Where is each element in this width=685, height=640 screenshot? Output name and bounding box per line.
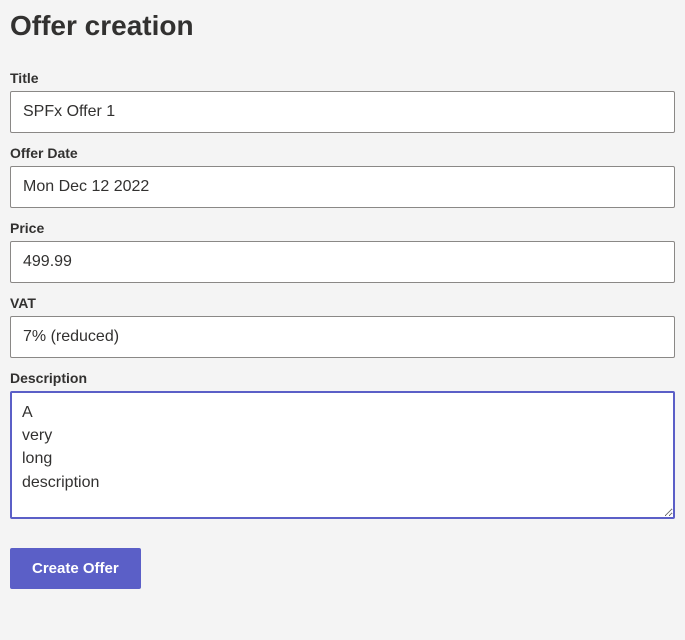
- field-description: Description: [10, 370, 675, 524]
- create-offer-button[interactable]: Create Offer: [10, 548, 141, 589]
- description-textarea[interactable]: [10, 391, 675, 519]
- offer-date-input[interactable]: [10, 166, 675, 208]
- vat-label: VAT: [10, 295, 675, 311]
- field-price: Price: [10, 220, 675, 283]
- field-vat: VAT: [10, 295, 675, 358]
- price-label: Price: [10, 220, 675, 236]
- field-title: Title: [10, 70, 675, 133]
- field-offer-date: Offer Date: [10, 145, 675, 208]
- title-input[interactable]: [10, 91, 675, 133]
- description-label: Description: [10, 370, 675, 386]
- vat-input[interactable]: [10, 316, 675, 358]
- page-title: Offer creation: [10, 10, 675, 42]
- offer-date-label: Offer Date: [10, 145, 675, 161]
- title-label: Title: [10, 70, 675, 86]
- price-input[interactable]: [10, 241, 675, 283]
